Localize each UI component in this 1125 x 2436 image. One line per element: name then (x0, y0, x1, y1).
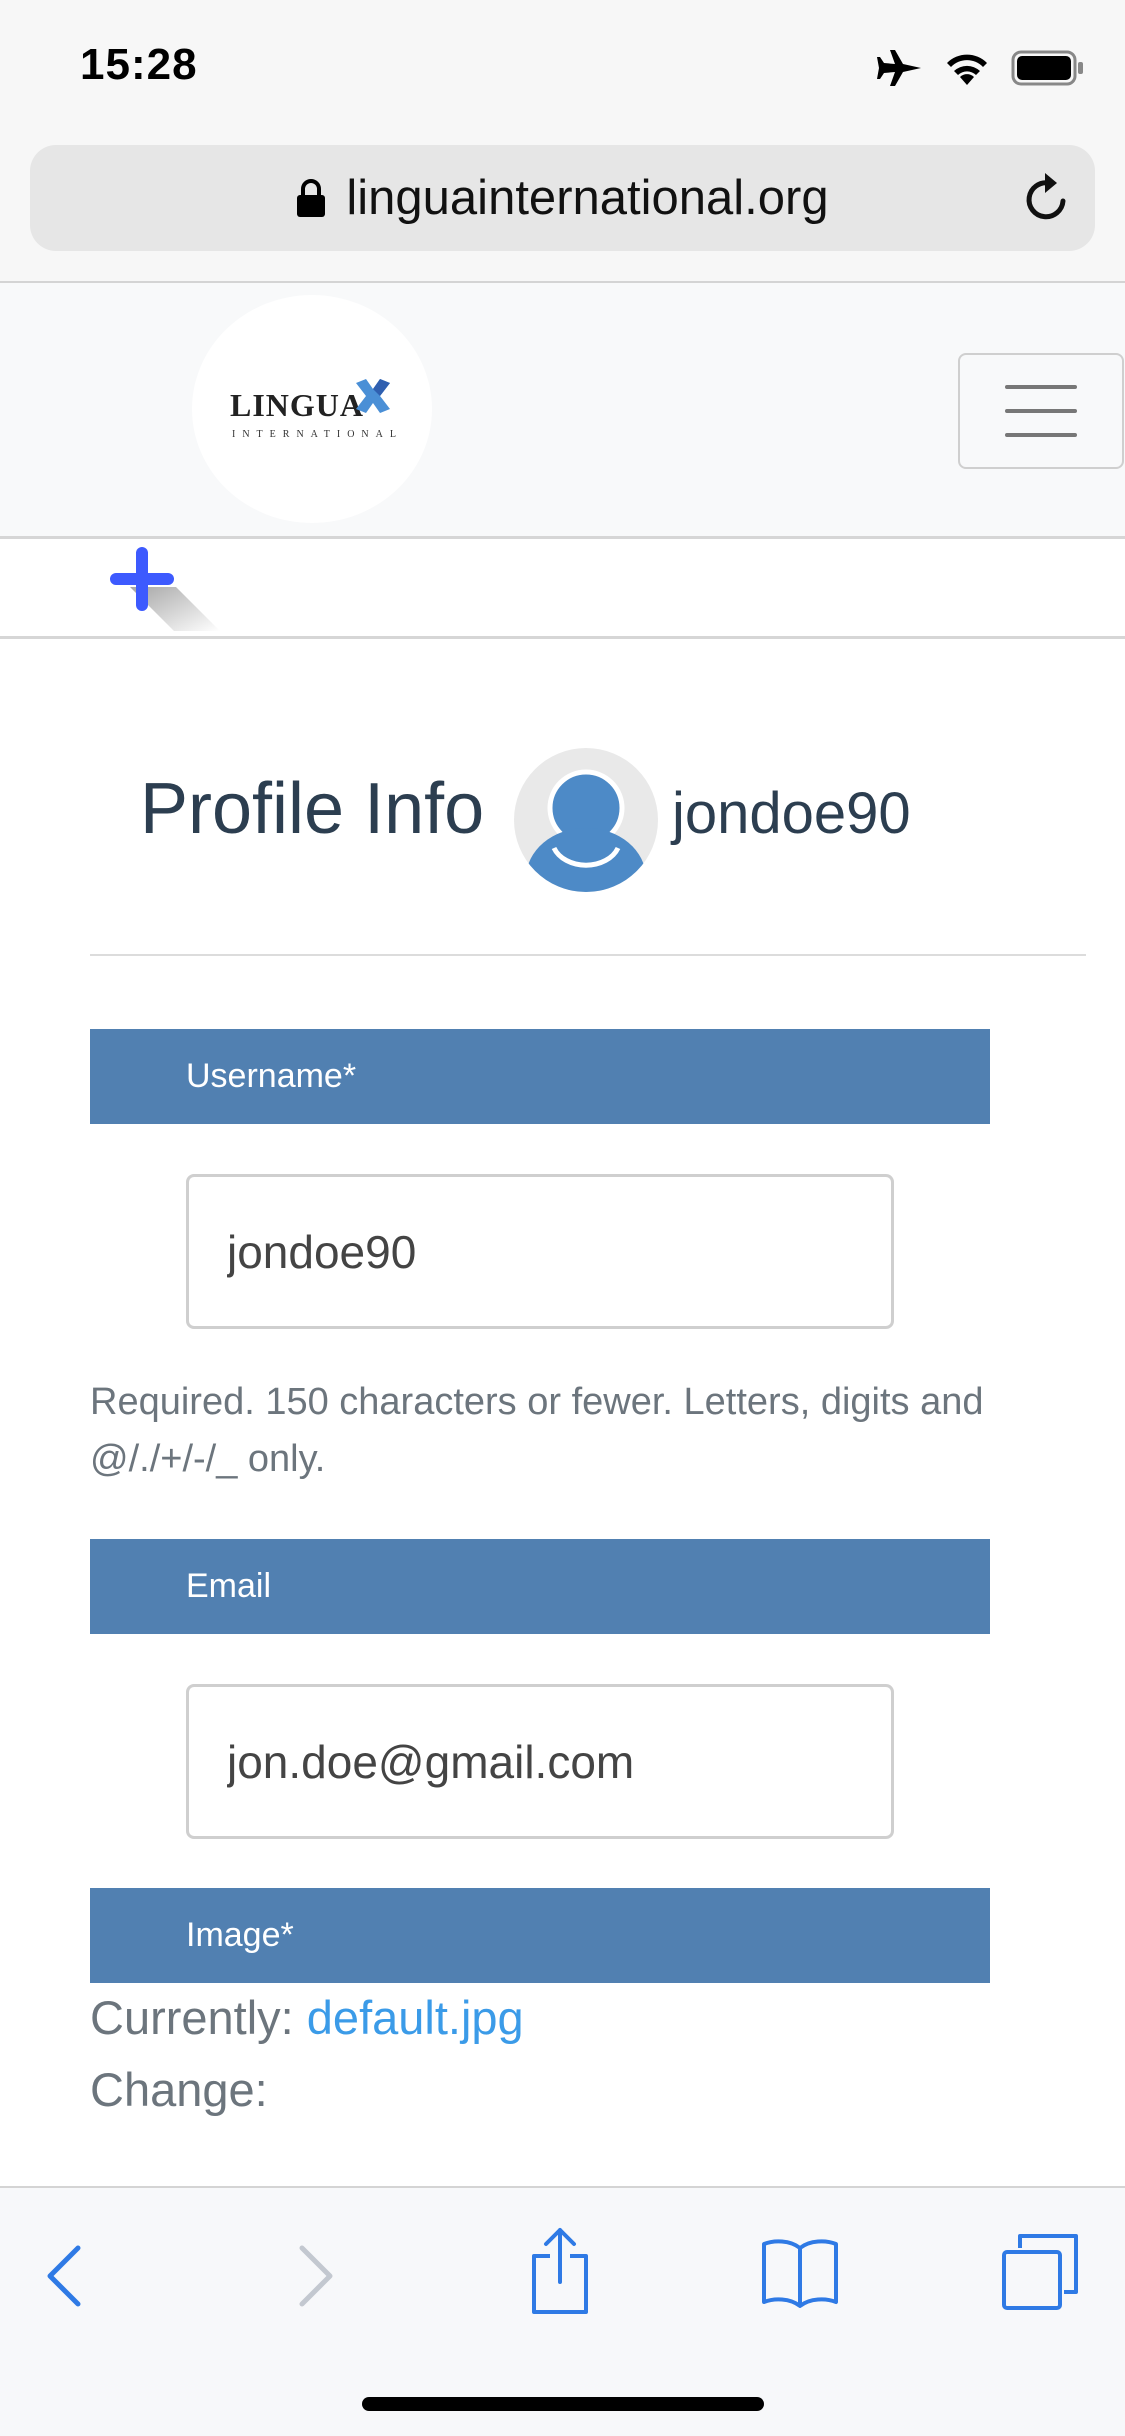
page-title: Profile Info (140, 769, 485, 849)
menu-toggle-button[interactable] (958, 353, 1124, 469)
share-icon[interactable] (528, 2226, 592, 2316)
current-image-link[interactable]: default.jpg (307, 1991, 524, 2044)
logo-subtext: INTERNATIONAL (232, 429, 403, 440)
lock-icon (297, 179, 326, 217)
url-text: linguainternational.org (346, 171, 829, 225)
browser-chrome: linguainternational.org (0, 135, 1125, 283)
currently-label: Currently: (90, 1991, 294, 2044)
battery-icon (1011, 50, 1083, 86)
status-icons (877, 48, 1085, 88)
tabs-icon[interactable] (1000, 2232, 1080, 2312)
hamburger-line (1005, 385, 1077, 389)
username-help-text: Required. 150 characters or fewer. Lette… (90, 1381, 984, 1480)
hamburger-line (1005, 433, 1077, 437)
logo-text: LINGUA (230, 387, 365, 423)
username-label: Username* (90, 1029, 990, 1124)
avatar (514, 748, 658, 892)
change-label: Change: (90, 2063, 268, 2116)
bookmarks-icon[interactable] (760, 2236, 840, 2308)
status-time: 15:28 (80, 40, 198, 89)
site-logo[interactable]: LINGUA INTERNATIONAL (192, 295, 432, 523)
image-label: Image* (90, 1888, 990, 1983)
reload-icon[interactable] (1021, 171, 1071, 225)
email-field[interactable] (186, 1684, 894, 1839)
forward-icon[interactable] (296, 2244, 336, 2308)
airplane-icon (877, 50, 921, 86)
username-field[interactable] (186, 1174, 894, 1329)
current-image-line: Currently: default.jpg (90, 1990, 524, 2045)
user-avatar-icon (526, 769, 646, 892)
logo-cross-icon (356, 379, 390, 413)
site-navbar: LINGUA INTERNATIONAL (0, 283, 1125, 539)
plus-strip (0, 539, 1125, 639)
email-label: Email (90, 1539, 990, 1634)
address-bar[interactable]: linguainternational.org (30, 145, 1095, 251)
divider (90, 954, 1086, 956)
hamburger-line (1005, 409, 1077, 413)
profile-username: jondoe90 (672, 781, 911, 846)
plus-icon[interactable] (110, 547, 220, 637)
back-icon[interactable] (44, 2244, 84, 2308)
wifi-icon (947, 54, 987, 85)
home-indicator[interactable] (362, 2397, 764, 2411)
status-bar: 15:28 (0, 0, 1125, 135)
